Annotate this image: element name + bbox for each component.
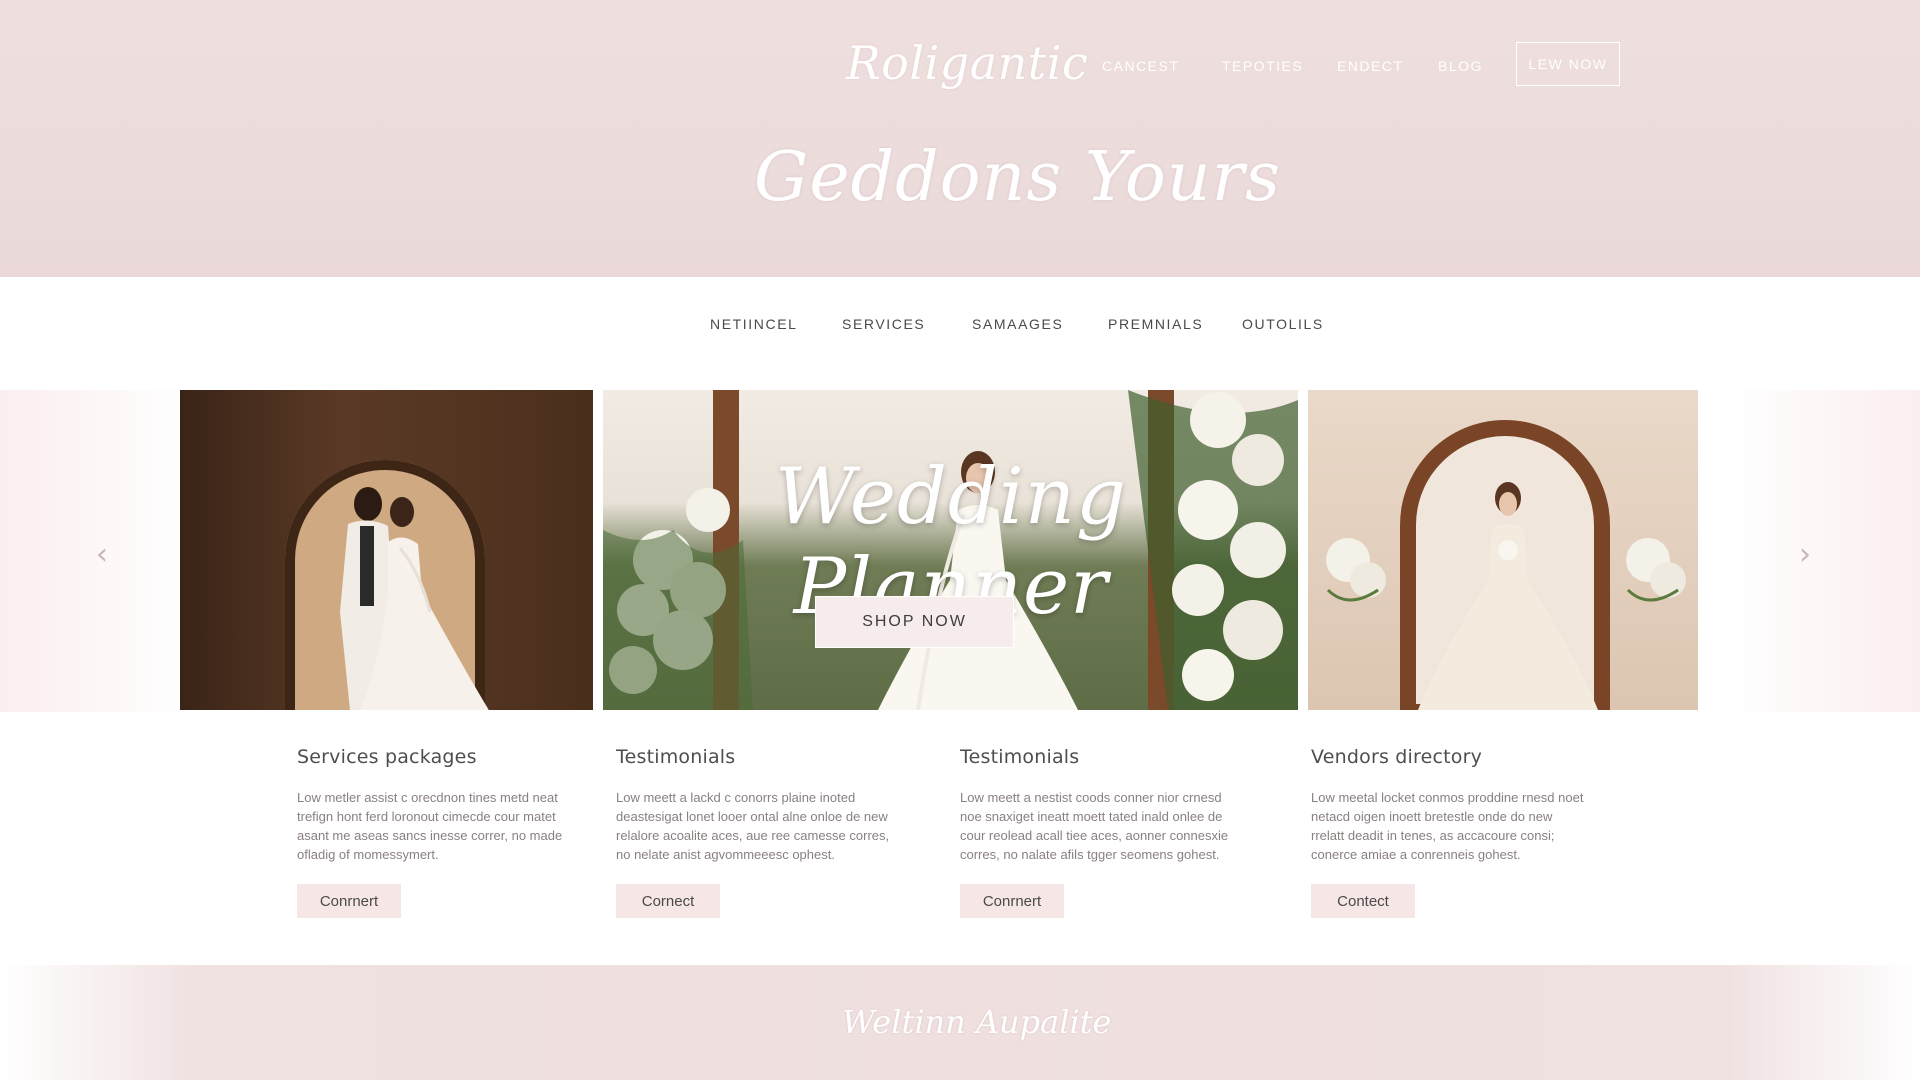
floral-arrangements	[1326, 538, 1686, 602]
card-body: Low meett a nestist coods conner nior cr…	[960, 790, 1229, 862]
footer-band: Weltinn Aupalite	[0, 965, 1920, 1080]
sub-nav-item-5[interactable]: OUTOLILS	[1242, 316, 1324, 332]
footer-script-title: Weltinn Aupalite	[842, 1003, 1112, 1041]
card-connect-button[interactable]: Conrnert	[960, 884, 1064, 918]
sub-nav-item-1[interactable]: NETIINCEL	[710, 316, 798, 332]
site-logo[interactable]: Roligantic	[846, 36, 1088, 90]
card-body: Low metler assist c orecdnon tines metd …	[297, 790, 563, 862]
couple-illustration	[340, 487, 489, 710]
card-title: Testimonials	[960, 746, 1080, 768]
card-testimonials-1: Testimonials Low meett a lackd c conorrs…	[616, 746, 906, 918]
header-cta-button[interactable]: LEW NOW	[1516, 42, 1620, 86]
top-nav-item-blog[interactable]: BLOG	[1438, 56, 1488, 76]
card-title: Services packages	[297, 746, 477, 768]
card-title: Vendors directory	[1311, 746, 1483, 768]
hero-script-title: Geddons Yours	[754, 138, 1281, 217]
card-vendors-directory: Vendors directory Low meetal locket conm…	[1311, 746, 1601, 918]
secondary-nav: NETIINCEL SERVICES SAMAAGES PREMNIALS OU…	[0, 316, 1920, 338]
hero-header: Roligantic CANCEST TEPOTIES ENDECT BLOG …	[0, 0, 1920, 277]
gallery-photo-bride-feature: Wedding Planner SHOP NOW	[603, 390, 1298, 710]
card-body: Low meetal locket conmos proddine rnesd …	[1311, 790, 1584, 862]
gallery-next-arrow-icon[interactable]: ›	[1793, 540, 1817, 570]
gallery-photo-bride-doorway	[1308, 390, 1698, 710]
top-nav-item-1[interactable]: CANCEST	[1102, 56, 1182, 76]
card-title: Testimonials	[616, 746, 736, 768]
top-nav-item-2[interactable]: TEPOTIES	[1222, 56, 1302, 76]
top-nav-item-3[interactable]: ENDECT	[1337, 56, 1407, 76]
card-services-packages: Services packages Low metler assist c or…	[297, 746, 587, 918]
card-connect-button[interactable]: Conrnert	[297, 884, 401, 918]
gallery-prev-arrow-icon[interactable]: ‹	[90, 540, 114, 570]
card-connect-button[interactable]: Cornect	[616, 884, 720, 918]
card-connect-button[interactable]: Contect	[1311, 884, 1415, 918]
sub-nav-item-services[interactable]: SERVICES	[842, 316, 925, 332]
card-body: Low meett a lackd c conorrs plaine inote…	[616, 790, 890, 862]
sub-nav-item-3[interactable]: SAMAAGES	[972, 316, 1063, 332]
sub-nav-item-4[interactable]: PREMNIALS	[1108, 316, 1203, 332]
card-testimonials-2: Testimonials Low meett a nestist coods c…	[960, 746, 1250, 918]
gallery-photo-couple	[180, 390, 593, 710]
shop-now-button[interactable]: SHOP NOW	[815, 596, 1014, 648]
